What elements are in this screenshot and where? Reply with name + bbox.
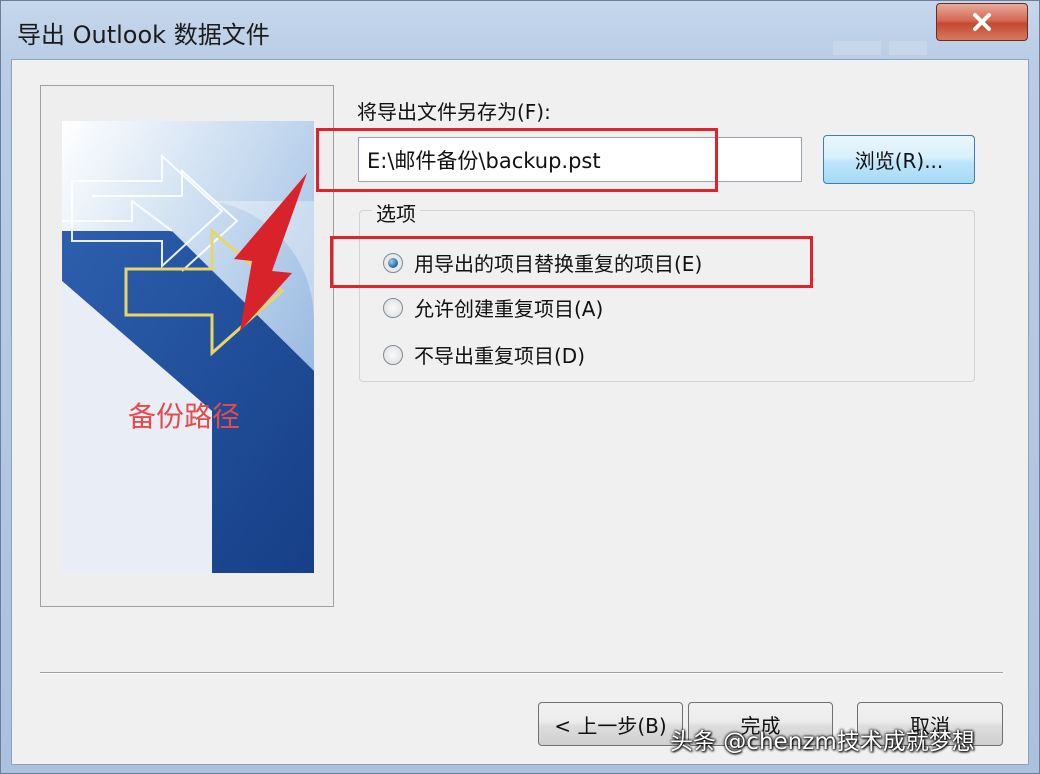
radio-button[interactable] bbox=[383, 297, 403, 318]
close-button[interactable] bbox=[936, 3, 1028, 41]
save-as-label: 将导出文件另存为(F): bbox=[357, 100, 551, 124]
highlight-box-path bbox=[316, 128, 718, 192]
watermark-text: 头条 @chenzm技术成就梦想 bbox=[670, 729, 975, 755]
wizard-caption: 备份路径 bbox=[128, 400, 240, 433]
export-dialog-window: 导出 Outlook 数据文件 备份路径 将导出文件另存为(F): E:\邮件备… bbox=[0, 0, 1040, 774]
footer-separator bbox=[40, 672, 1003, 674]
wizard-illustration: 备份路径 bbox=[62, 121, 314, 573]
browse-button[interactable]: 浏览(R)... bbox=[823, 135, 975, 184]
window-title: 导出 Outlook 数据文件 bbox=[17, 21, 270, 49]
radio-no-duplicates[interactable]: 不导出重复项目(D) bbox=[383, 340, 585, 369]
options-legend: 选项 bbox=[372, 198, 420, 227]
title-bar-ghost bbox=[833, 41, 881, 55]
wizard-image: 备份路径 bbox=[62, 121, 314, 573]
radio-button[interactable] bbox=[383, 344, 403, 365]
wizard-image-frame: 备份路径 bbox=[40, 85, 334, 607]
title-bar-ghost bbox=[889, 41, 927, 55]
radio-allow-duplicates[interactable]: 允许创建重复项目(A) bbox=[383, 293, 603, 322]
radio-label: 不导出重复项目(D) bbox=[414, 344, 586, 368]
title-bar[interactable]: 导出 Outlook 数据文件 bbox=[1, 1, 1039, 61]
back-button[interactable]: < 上一步(B) bbox=[538, 702, 683, 746]
radio-label: 允许创建重复项目(A) bbox=[414, 297, 604, 321]
close-icon bbox=[973, 13, 991, 31]
highlight-box-option bbox=[330, 236, 813, 288]
